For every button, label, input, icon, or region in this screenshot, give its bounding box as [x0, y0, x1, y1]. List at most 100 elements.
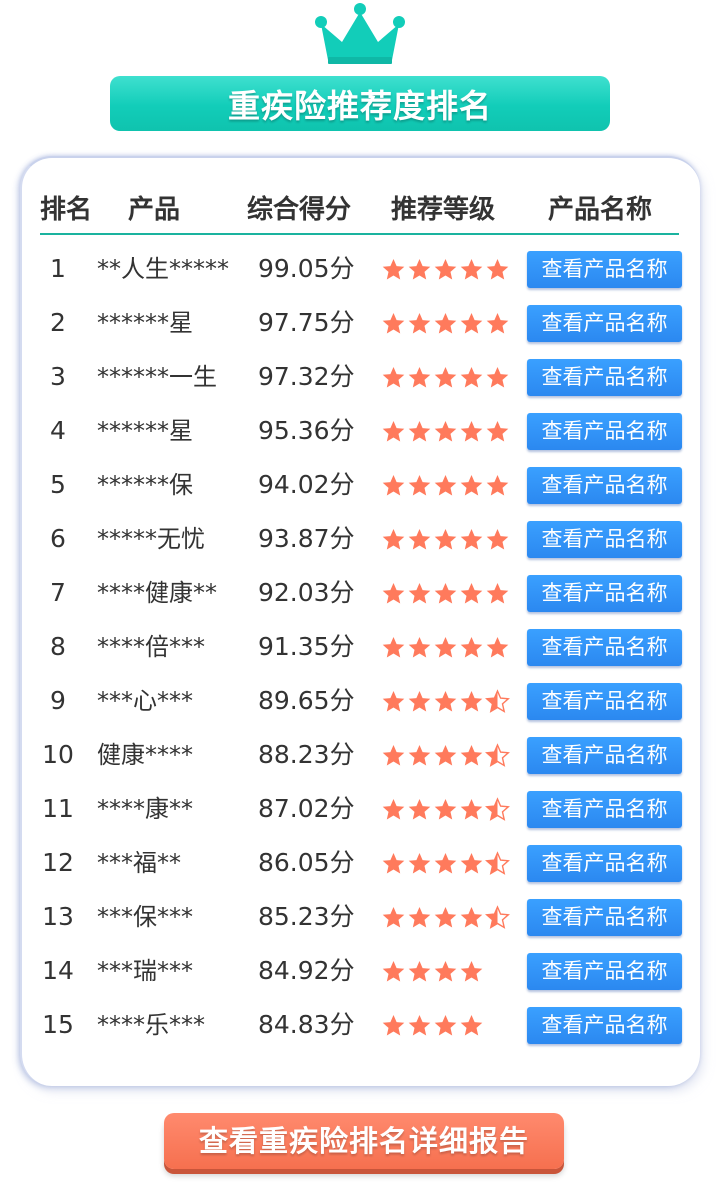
star-full-icon	[434, 691, 457, 712]
table-row: 12 ***福** 86.05分 查看产品名称	[0, 836, 720, 890]
star-half-icon	[485, 743, 510, 767]
star-full-icon	[434, 961, 457, 982]
star-full-icon	[460, 853, 483, 874]
rating-stars	[381, 419, 511, 445]
star-full-icon	[434, 259, 457, 280]
star-full-icon	[460, 475, 483, 496]
rank-number: 14	[42, 956, 74, 985]
page-title: 重疾险推荐度排名	[110, 76, 610, 131]
star-full-icon	[460, 691, 483, 712]
header-divider	[40, 233, 679, 235]
view-product-name-button[interactable]: 查看产品名称	[527, 899, 682, 936]
star-full-icon	[486, 637, 509, 658]
star-full-icon	[486, 259, 509, 280]
product-masked-name: ******保	[97, 471, 193, 499]
star-full-icon	[460, 313, 483, 334]
star-full-icon	[408, 961, 431, 982]
view-product-name-button[interactable]: 查看产品名称	[527, 305, 682, 342]
table-row: 8 ****倍*** 91.35分 查看产品名称	[0, 620, 720, 674]
star-full-icon	[408, 475, 431, 496]
star-full-icon	[382, 745, 405, 766]
view-product-name-button[interactable]: 查看产品名称	[527, 521, 682, 558]
rank-number: 12	[42, 848, 74, 877]
star-full-icon	[382, 475, 405, 496]
star-full-icon	[408, 313, 431, 334]
star-full-icon	[434, 745, 457, 766]
product-masked-name: ***心***	[97, 687, 193, 715]
rank-number: 8	[50, 632, 66, 661]
table-row: 6 *****无忧 93.87分 查看产品名称	[0, 512, 720, 566]
rating-stars	[381, 905, 511, 931]
product-masked-name: ****康**	[97, 795, 193, 823]
star-full-icon	[460, 799, 483, 820]
score-value: 95.36分	[258, 416, 355, 445]
score-value: 92.03分	[258, 578, 355, 607]
rating-stars	[381, 257, 511, 283]
view-product-name-button[interactable]: 查看产品名称	[527, 359, 682, 396]
product-masked-name: ******一生	[97, 363, 217, 391]
rating-stars	[381, 473, 511, 499]
star-full-icon	[382, 853, 405, 874]
view-product-name-button[interactable]: 查看产品名称	[527, 251, 682, 288]
rank-number: 9	[50, 686, 66, 715]
view-product-name-button[interactable]: 查看产品名称	[527, 467, 682, 504]
rating-stars	[381, 581, 511, 607]
star-full-icon	[486, 313, 509, 334]
product-masked-name: ****倍***	[97, 633, 205, 661]
rank-number: 4	[50, 416, 66, 445]
rank-number: 13	[42, 902, 74, 931]
star-full-icon	[460, 745, 483, 766]
header-score: 综合得分	[247, 195, 352, 225]
star-full-icon	[434, 313, 457, 334]
star-full-icon	[460, 961, 483, 982]
table-row: 10 健康**** 88.23分 查看产品名称	[0, 728, 720, 782]
rank-number: 10	[42, 740, 74, 769]
star-full-icon	[382, 637, 405, 658]
score-value: 97.32分	[258, 362, 355, 391]
view-report-button[interactable]: 查看重疾险排名详细报告	[164, 1113, 564, 1169]
star-half-icon	[485, 689, 510, 713]
score-value: 85.23分	[258, 902, 355, 931]
view-product-name-button[interactable]: 查看产品名称	[527, 575, 682, 612]
star-full-icon	[382, 367, 405, 388]
star-full-icon	[460, 421, 483, 442]
header-rank: 排名	[40, 195, 93, 225]
product-masked-name: 健康****	[97, 741, 193, 769]
view-product-name-button[interactable]: 查看产品名称	[527, 953, 682, 990]
view-product-name-button[interactable]: 查看产品名称	[527, 791, 682, 828]
star-full-icon	[486, 421, 509, 442]
star-full-icon	[408, 367, 431, 388]
table-row: 14 ***瑞*** 84.92分 查看产品名称	[0, 944, 720, 998]
star-full-icon	[408, 853, 431, 874]
star-full-icon	[382, 907, 405, 928]
star-full-icon	[460, 583, 483, 604]
rating-stars	[381, 959, 511, 985]
star-full-icon	[460, 1015, 483, 1036]
rank-number: 7	[50, 578, 66, 607]
rank-number: 1	[50, 254, 66, 283]
view-product-name-button[interactable]: 查看产品名称	[527, 629, 682, 666]
star-full-icon	[434, 799, 457, 820]
score-value: 87.02分	[258, 794, 355, 823]
star-full-icon	[460, 907, 483, 928]
rank-number: 11	[42, 794, 74, 823]
star-full-icon	[408, 745, 431, 766]
star-full-icon	[382, 583, 405, 604]
product-masked-name: ***保***	[97, 903, 193, 931]
score-value: 89.65分	[258, 686, 355, 715]
table-row: 5 ******保 94.02分 查看产品名称	[0, 458, 720, 512]
view-product-name-button[interactable]: 查看产品名称	[527, 413, 682, 450]
product-masked-name: ****乐***	[97, 1011, 205, 1039]
table-row: 4 ******星 95.36分 查看产品名称	[0, 404, 720, 458]
view-product-name-button[interactable]: 查看产品名称	[527, 845, 682, 882]
star-full-icon	[382, 259, 405, 280]
view-product-name-button[interactable]: 查看产品名称	[527, 1007, 682, 1044]
view-product-name-button[interactable]: 查看产品名称	[527, 683, 682, 720]
star-full-icon	[408, 259, 431, 280]
star-full-icon	[408, 529, 431, 550]
table-row: 1 **人生***** 99.05分 查看产品名称	[0, 242, 720, 296]
star-full-icon	[434, 367, 457, 388]
view-product-name-button[interactable]: 查看产品名称	[527, 737, 682, 774]
star-full-icon	[434, 529, 457, 550]
star-full-icon	[434, 853, 457, 874]
